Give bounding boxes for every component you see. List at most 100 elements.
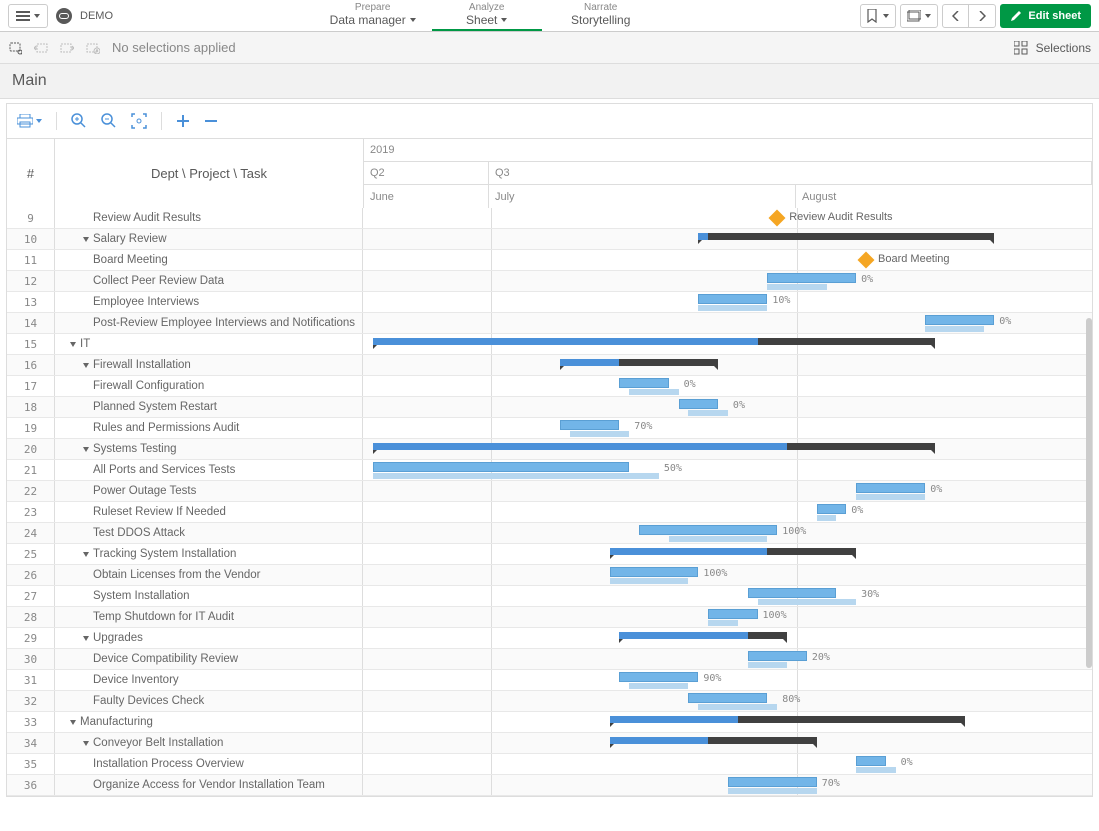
row-chart-area[interactable]: 0% [363,754,1092,774]
row-chart-area[interactable]: 0% [363,502,1092,522]
row-chart-area[interactable]: 70% [363,418,1092,438]
task-bar[interactable] [817,504,847,514]
row-task-cell[interactable]: Manufacturing [55,712,363,732]
row-chart-area[interactable] [363,334,1092,354]
expand-caret-icon[interactable] [83,552,89,557]
row-chart-area[interactable]: Board Meeting [363,250,1092,270]
row-chart-area[interactable]: 80% [363,691,1092,711]
column-header-num[interactable]: # [7,139,55,208]
row-chart-area[interactable]: 0% [363,481,1092,501]
row-task-cell[interactable]: Firewall Configuration [55,376,363,396]
row-task-cell[interactable]: Planned System Restart [55,397,363,417]
clear-selections-button[interactable] [86,41,100,55]
column-header-task[interactable]: Dept \ Project \ Task [55,139,363,208]
task-bar[interactable] [767,273,856,283]
row-chart-area[interactable]: 10% [363,292,1092,312]
row-task-cell[interactable]: Rules and Permissions Audit [55,418,363,438]
expand-caret-icon[interactable] [83,363,89,368]
row-chart-area[interactable]: 30% [363,586,1092,606]
row-task-cell[interactable]: Conveyor Belt Installation [55,733,363,753]
row-task-cell[interactable]: System Installation [55,586,363,606]
row-task-cell[interactable]: All Ports and Services Tests [55,460,363,480]
summary-bar[interactable] [610,737,817,744]
row-task-cell[interactable]: Employee Interviews [55,292,363,312]
task-bar[interactable] [610,567,699,577]
row-task-cell[interactable]: Salary Review [55,229,363,249]
row-chart-area[interactable]: 0% [363,271,1092,291]
task-bar[interactable] [856,756,886,766]
summary-bar[interactable] [560,359,718,366]
print-button[interactable] [17,114,42,128]
task-bar[interactable] [925,315,994,325]
row-chart-area[interactable]: 0% [363,376,1092,396]
selections-panel-button[interactable]: Selections [1014,41,1091,55]
task-bar[interactable] [639,525,777,535]
row-chart-area[interactable]: Review Audit Results [363,208,1092,228]
expand-caret-icon[interactable] [70,342,76,347]
row-task-cell[interactable]: Temp Shutdown for IT Audit [55,607,363,627]
task-bar[interactable] [560,420,619,430]
summary-bar[interactable] [619,632,787,639]
row-task-cell[interactable]: Upgrades [55,628,363,648]
task-bar[interactable] [679,399,718,409]
row-chart-area[interactable]: 100% [363,565,1092,585]
row-task-cell[interactable]: Power Outage Tests [55,481,363,501]
summary-bar[interactable] [373,338,935,345]
task-bar[interactable] [856,483,925,493]
sheets-button[interactable] [900,4,938,28]
next-sheet-button[interactable] [969,5,995,27]
zoom-fit-button[interactable] [131,113,147,129]
nav-narrate[interactable]: Narrate Storytelling [546,0,656,31]
row-task-cell[interactable]: Faulty Devices Check [55,691,363,711]
expand-all-button[interactable] [176,114,190,128]
row-chart-area[interactable]: 100% [363,607,1092,627]
row-chart-area[interactable]: 0% [363,397,1092,417]
step-forward-button[interactable] [60,41,74,55]
summary-bar[interactable] [610,716,965,723]
task-bar[interactable] [619,672,698,682]
row-chart-area[interactable] [363,229,1092,249]
summary-bar[interactable] [373,443,935,450]
bookmark-button[interactable] [860,4,896,28]
row-task-cell[interactable]: Device Compatibility Review [55,649,363,669]
row-task-cell[interactable]: Installation Process Overview [55,754,363,774]
row-chart-area[interactable] [363,544,1092,564]
row-chart-area[interactable] [363,355,1092,375]
edit-sheet-button[interactable]: Edit sheet [1000,4,1091,28]
task-bar[interactable] [619,378,668,388]
row-task-cell[interactable]: Firewall Installation [55,355,363,375]
row-task-cell[interactable]: Ruleset Review If Needed [55,502,363,522]
milestone-marker[interactable] [769,210,786,227]
scrollbar-thumb[interactable] [1086,318,1092,668]
row-chart-area[interactable]: 100% [363,523,1092,543]
prev-sheet-button[interactable] [943,5,969,27]
gantt-body[interactable]: 9 Review Audit Results Review Audit Resu… [7,208,1092,796]
task-bar[interactable] [708,609,757,619]
row-task-cell[interactable]: Organize Access for Vendor Installation … [55,775,363,795]
expand-caret-icon[interactable] [83,237,89,242]
menu-button[interactable] [8,4,48,28]
summary-bar[interactable] [698,233,994,240]
collapse-all-button[interactable] [204,114,218,128]
smart-search-button[interactable] [8,41,22,55]
row-task-cell[interactable]: Device Inventory [55,670,363,690]
task-bar[interactable] [728,777,817,787]
row-chart-area[interactable] [363,733,1092,753]
zoom-out-button[interactable] [101,113,117,129]
task-bar[interactable] [373,462,629,472]
row-task-cell[interactable]: Board Meeting [55,250,363,270]
task-bar[interactable] [698,294,767,304]
row-task-cell[interactable]: Test DDOS Attack [55,523,363,543]
task-bar[interactable] [748,651,807,661]
row-task-cell[interactable]: Systems Testing [55,439,363,459]
expand-caret-icon[interactable] [83,636,89,641]
row-task-cell[interactable]: IT [55,334,363,354]
milestone-marker[interactable] [858,252,875,269]
task-bar[interactable] [748,588,837,598]
row-chart-area[interactable] [363,439,1092,459]
row-chart-area[interactable]: 50% [363,460,1092,480]
nav-prepare[interactable]: Prepare Data manager [318,0,428,31]
row-chart-area[interactable]: 0% [363,313,1092,333]
step-back-button[interactable] [34,41,48,55]
summary-bar[interactable] [610,548,857,555]
